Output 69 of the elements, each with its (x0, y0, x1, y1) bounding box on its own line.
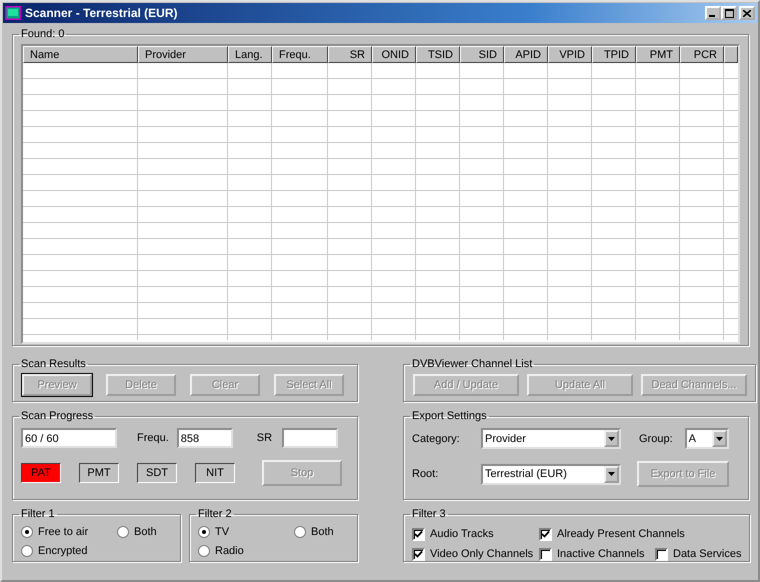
dropdown-arrow-icon (716, 436, 723, 440)
checkbox-label[interactable]: Already Present Channels (557, 528, 685, 540)
sr-label: SR (256, 432, 272, 444)
radio-label[interactable]: Both (134, 526, 157, 538)
close-icon (743, 10, 751, 16)
radio-label[interactable]: Both (311, 526, 334, 538)
radio-label[interactable]: Radio (215, 545, 244, 557)
root-label: Root: (412, 468, 440, 480)
column-header[interactable]: ONID (372, 46, 416, 63)
checkbox[interactable] (412, 548, 425, 560)
column-header[interactable]: TSID (416, 46, 460, 63)
group-title: Scan Progress (20, 410, 94, 422)
dropdown-arrow-icon (608, 472, 615, 476)
table-indicator: PMT (79, 463, 119, 483)
checkbox-label[interactable]: Data Services (673, 548, 742, 560)
window-title: Scanner - Terrestrial (EUR) (25, 6, 178, 20)
table-indicator: SDT (137, 463, 177, 483)
column-header[interactable]: APID (504, 46, 548, 63)
column-header[interactable]: VPID (548, 46, 592, 63)
group-dropdown[interactable]: A (684, 428, 729, 449)
minimize-button[interactable] (705, 6, 721, 20)
column-header[interactable]: SR (328, 46, 372, 63)
checkbox[interactable] (412, 528, 425, 540)
checkbox[interactable] (539, 548, 552, 560)
category-dropdown[interactable]: Provider (481, 428, 621, 449)
group-title: Scan Results (20, 358, 87, 370)
checkbox-label[interactable]: Video Only Channels (430, 548, 534, 560)
group-title: Export Settings (411, 410, 488, 422)
sr-field[interactable] (282, 428, 338, 448)
checkbox[interactable] (655, 548, 668, 560)
group-title: Filter 3 (411, 508, 447, 520)
table-indicator: PAT (21, 463, 61, 483)
group-title: Filter 1 (20, 508, 56, 520)
radio-label[interactable]: Encrypted (38, 545, 88, 557)
column-header[interactable]: Provider (138, 46, 228, 63)
app-icon (5, 6, 21, 20)
group-title: DVBViewer Channel List (411, 358, 534, 370)
checkbox-label[interactable]: Audio Tracks (430, 528, 494, 540)
radio-button[interactable] (198, 526, 210, 538)
radio-button[interactable] (117, 526, 129, 538)
group-title: Filter 2 (197, 508, 233, 520)
column-header[interactable]: PCR (680, 46, 724, 63)
root-dropdown[interactable]: Terrestrial (EUR) (481, 464, 621, 484)
column-header[interactable]: TPID (592, 46, 636, 63)
column-header[interactable]: Lang. (228, 46, 272, 63)
dropdown-arrow-icon (608, 436, 615, 440)
group-label: Group: (639, 432, 673, 444)
maximize-icon (724, 8, 734, 18)
checkbox[interactable] (539, 528, 552, 540)
radio-button[interactable] (21, 526, 33, 538)
table-indicator: NIT (195, 463, 235, 483)
radio-label[interactable]: TV (215, 526, 230, 538)
found-label: Found: (21, 28, 56, 40)
column-header[interactable]: Frequ. (272, 46, 328, 63)
column-header[interactable]: SID (460, 46, 504, 63)
radio-button[interactable] (198, 545, 210, 557)
category-label: Category: (412, 432, 461, 444)
counter-field[interactable]: 60 / 60 (21, 428, 117, 448)
close-button[interactable] (739, 6, 755, 20)
frequency-field[interactable]: 858 (176, 428, 233, 448)
column-header[interactable]: PMT (636, 46, 680, 63)
radio-button[interactable] (294, 526, 306, 538)
radio-button[interactable] (21, 545, 33, 557)
radio-label[interactable]: Free to air (38, 526, 88, 538)
maximize-button[interactable] (721, 6, 737, 20)
frequency-label: Frequ. (137, 432, 169, 444)
found-count: 0 (58, 28, 64, 40)
column-header[interactable]: Name (23, 46, 138, 63)
checkbox-label[interactable]: Inactive Channels (557, 548, 644, 560)
